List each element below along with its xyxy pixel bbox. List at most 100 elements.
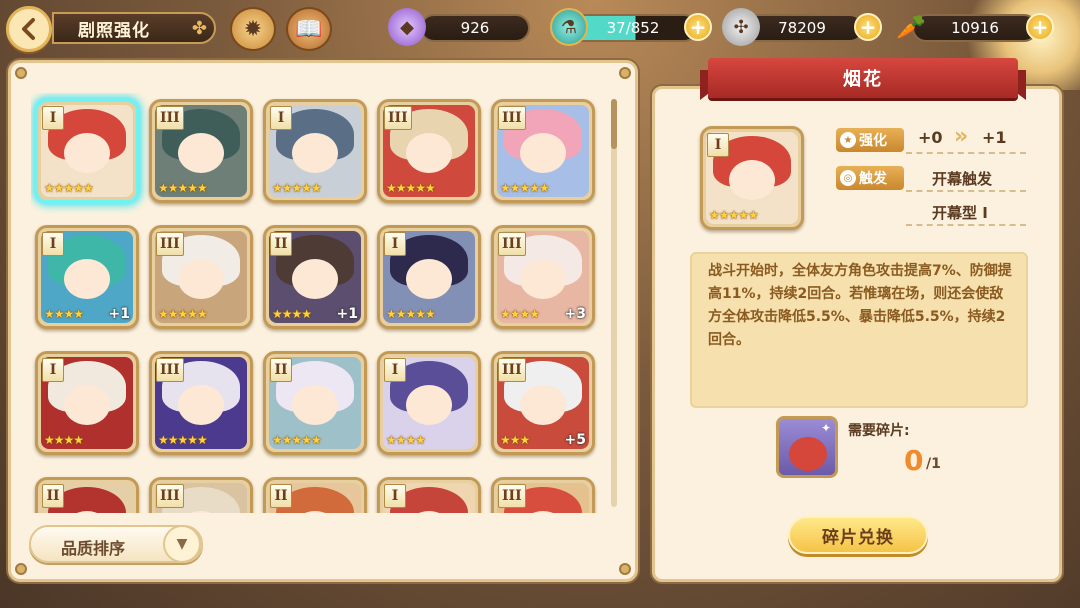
scrollbar-track[interactable] <box>611 99 617 507</box>
crystal-icon: ◆ <box>388 8 426 46</box>
enhance-from: +0 <box>918 128 943 147</box>
star-rating: ★★★★★ <box>44 181 94 195</box>
fragment-icon: ✦ <box>776 416 838 478</box>
card-face <box>406 258 452 299</box>
back-arrow-icon <box>22 18 35 40</box>
rank-badge: I <box>384 484 406 508</box>
card-grid[interactable]: I ★★★★★ III ★★★★★ I ★★★★★ III ★★★★★ III ★★★★★ I ★★★… <box>31 93 609 513</box>
star-rating: ★★★ <box>500 433 530 447</box>
enhance-to: +1 <box>982 128 1007 147</box>
card-item[interactable]: II <box>35 477 139 513</box>
star-rating: ★★★★★ <box>709 208 759 222</box>
rank-badge: II <box>270 484 292 508</box>
rank-badge: I <box>384 358 406 382</box>
card-item[interactable]: I <box>377 477 481 513</box>
card-item[interactable]: III ★★★★ +3 <box>491 225 595 329</box>
rank-badge: III <box>156 106 184 130</box>
card-item[interactable]: III <box>149 477 253 513</box>
rank-badge: III <box>498 484 526 508</box>
carrot-value: 10916 <box>951 19 999 37</box>
card-face <box>64 258 110 299</box>
book-icon[interactable]: 📖 <box>286 7 332 51</box>
star-rating: ★★★★★ <box>386 307 436 321</box>
star-rating: ★★★★★ <box>158 433 208 447</box>
duplicate-count: +5 <box>564 432 586 448</box>
card-item[interactable]: III ★★★★★ <box>149 225 253 329</box>
duplicate-count: +3 <box>564 306 586 322</box>
card-item[interactable]: III ★★★ +5 <box>491 351 595 455</box>
potion-value: 37/852 <box>606 19 660 37</box>
double-chevron-icon: » <box>954 124 969 149</box>
compass-medal-icon[interactable]: ✹ <box>230 7 276 51</box>
trigger-label-text: 触发 <box>859 171 887 187</box>
card-item[interactable]: I ★★★★ <box>35 351 139 455</box>
card-item[interactable]: III <box>491 477 595 513</box>
fragments-need: /1 <box>926 456 941 472</box>
rank-badge: II <box>270 358 292 382</box>
card-face <box>178 384 224 425</box>
carrot-counter: 10916 <box>912 14 1038 42</box>
star-rating: ★★★★★ <box>158 307 208 321</box>
card-item[interactable]: I ★★★★★ <box>263 99 367 203</box>
star-rating: ★★★★★ <box>158 181 208 195</box>
panel-pin <box>619 67 631 79</box>
rank-badge: III <box>384 106 412 130</box>
duplicate-count: +1 <box>108 306 130 322</box>
star-rating: ★★★★★ <box>272 433 322 447</box>
card-item[interactable]: III ★★★★★ <box>491 99 595 203</box>
card-face <box>292 258 338 299</box>
scrollbar-thumb[interactable] <box>611 99 617 149</box>
add-coin-button[interactable]: + <box>854 13 882 41</box>
fragment-exchange-button[interactable]: 碎片兑换 <box>788 516 928 554</box>
carrot-icon: 🥕 <box>896 13 926 41</box>
coin-icon: ✣ <box>722 8 760 46</box>
clover-icon: ✤ <box>191 18 208 39</box>
page-title-plate: 剧照强化 ✤ <box>52 12 216 44</box>
sort-label: 品质排序 <box>61 539 126 558</box>
potion-icon: ⚗ <box>550 8 588 46</box>
card-face <box>520 384 566 425</box>
card-item[interactable]: II <box>263 477 367 513</box>
rank-badge: III <box>156 232 184 256</box>
target-icon: ◎ <box>840 170 856 186</box>
rank-badge: II <box>270 232 292 256</box>
add-carrot-button[interactable]: + <box>1026 13 1054 41</box>
card-item[interactable]: III ★★★★★ <box>149 99 253 203</box>
sort-quality-button[interactable]: 品质排序 ▼ <box>29 525 203 563</box>
rank-badge: I <box>42 232 64 256</box>
star-rating: ★★★★ <box>272 307 312 321</box>
star-rating: ★★★★★ <box>500 181 550 195</box>
fragment-hair <box>789 437 827 471</box>
card-face <box>292 384 338 425</box>
rank-badge: I <box>42 106 64 130</box>
card-name: 烟花 <box>843 69 883 90</box>
coin-value: 78209 <box>778 19 826 37</box>
card-item[interactable]: I ★★★★ <box>377 351 481 455</box>
chevron-down-icon[interactable]: ▼ <box>163 525 201 563</box>
panel-pin <box>15 67 27 79</box>
type-value: 开幕型 I <box>932 204 988 222</box>
card-item[interactable]: I ★★★★★ <box>377 225 481 329</box>
star-rating: ★★★★★ <box>272 181 322 195</box>
rank-badge: III <box>156 358 184 382</box>
trigger-label: ◎ 触发 <box>836 166 904 190</box>
star-rating: ★★★★ <box>44 307 84 321</box>
card-list-panel: I ★★★★★ III ★★★★★ I ★★★★★ III ★★★★★ III ★★★★★ I ★★★… <box>8 60 638 582</box>
card-item[interactable]: III ★★★★★ <box>149 351 253 455</box>
card-item[interactable]: III ★★★★★ <box>377 99 481 203</box>
shield-icon: ★ <box>840 132 856 148</box>
card-item[interactable]: I ★★★★ +1 <box>35 225 139 329</box>
card-face <box>64 132 110 173</box>
card-item[interactable]: II ★★★★★ <box>263 351 367 455</box>
exchange-button-label: 碎片兑换 <box>822 527 894 548</box>
panel-pin <box>619 563 631 575</box>
card-face <box>406 132 452 173</box>
fragments-label: 需要碎片: <box>848 423 910 439</box>
card-face <box>178 258 224 299</box>
divider <box>906 224 1026 226</box>
back-button[interactable] <box>6 6 52 52</box>
card-face <box>520 258 566 299</box>
card-item[interactable]: II ★★★★ +1 <box>263 225 367 329</box>
add-potion-button[interactable]: + <box>684 13 712 41</box>
card-item[interactable]: I ★★★★★ <box>35 99 139 203</box>
